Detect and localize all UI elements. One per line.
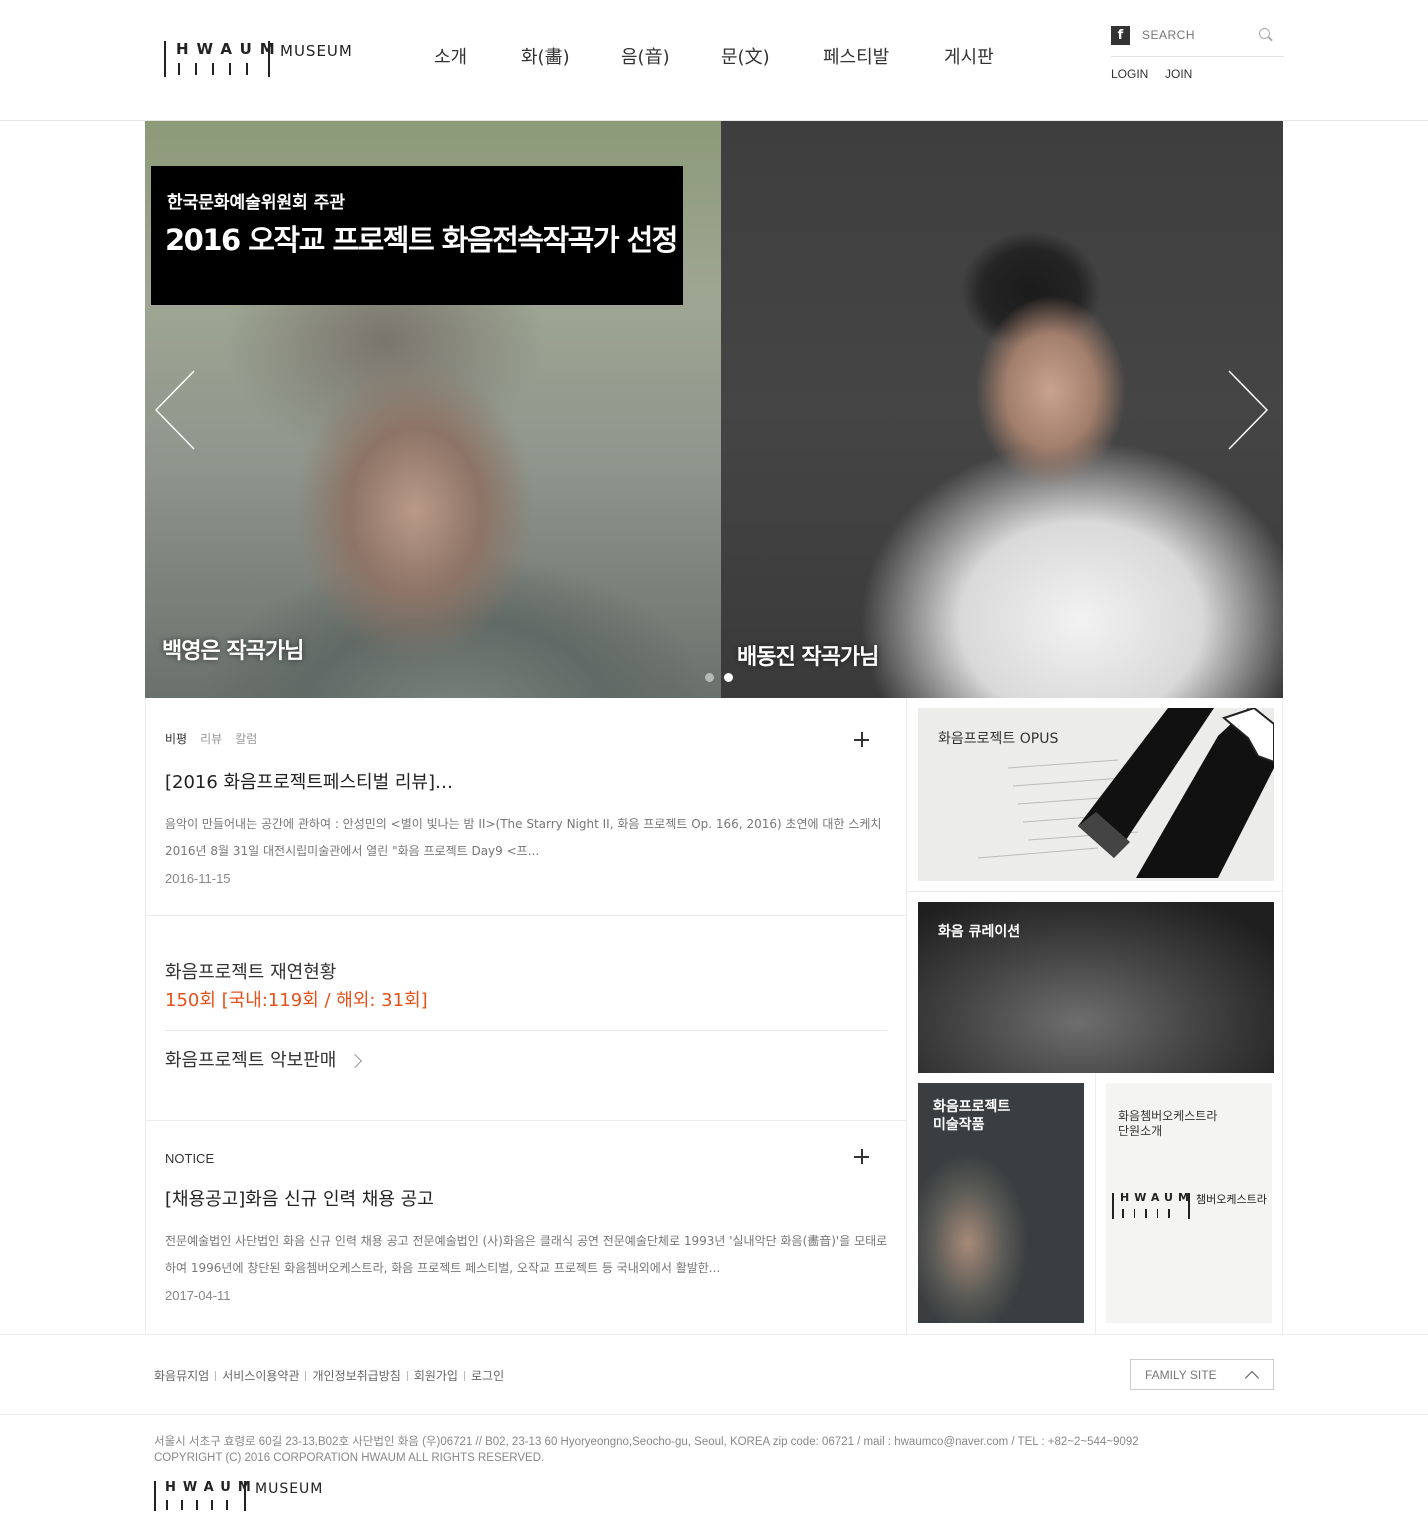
opus-tile[interactable]: 화음프로젝트 OPUS <box>918 708 1274 881</box>
footer-address: 서울시 서초구 효령로 60길 23-13,B02호 사단법인 화음 (우)06… <box>154 1436 1139 1448</box>
review-tabs: 비평 리뷰 칼럼 <box>165 732 257 746</box>
artwork-tile-label-line1: 화음프로젝트 <box>933 1099 1011 1115</box>
notice-section: NOTICE [채용공고]화음 신규 인력 채용 공고 전문예술법인 사단법인 … <box>146 1121 906 1334</box>
hero-banner: 한국문화예술위원회 주관 2016 오작교 프로젝트 화음전속작곡가 선정 <box>151 166 683 305</box>
logo-mark: HWAUM <box>164 41 275 77</box>
curation-tile-label: 화음 큐레이션 <box>938 924 1021 940</box>
artwork-tile[interactable]: 화음프로젝트 미술작품 <box>918 1083 1084 1323</box>
orchestra-logo-word: 챔버오케스트라 <box>1196 1193 1267 1206</box>
logo-ticks <box>178 63 248 75</box>
review-post-date: 2016-11-15 <box>165 871 231 886</box>
join-link[interactable]: JOIN <box>1165 67 1192 81</box>
review-section: 비평 리뷰 칼럼 [2016 화음프로젝트페스티벌 리뷰]… 음악이 만들어내는… <box>146 698 906 916</box>
prev-arrow-icon[interactable] <box>155 370 195 450</box>
utility-divider <box>1111 56 1284 57</box>
orchestra-logo-letters: HWAUM <box>1120 1191 1194 1204</box>
artwork-tile-label-line2: 미술작품 <box>933 1117 985 1133</box>
tab-critique[interactable]: 비평 <box>165 732 187 746</box>
footer-logo: HWAUM MUSEUM <box>154 1481 323 1511</box>
facebook-icon[interactable]: f <box>1111 26 1130 45</box>
footer-link-login[interactable]: 로그인 <box>471 1367 504 1384</box>
site-logo[interactable]: HWAUM MUSEUM <box>164 41 353 77</box>
score-sales-link[interactable]: 화음프로젝트 악보판매 <box>165 1050 363 1072</box>
nav-item-intro[interactable]: 소개 <box>434 46 467 70</box>
footer-logo-word: MUSEUM <box>255 1481 324 1497</box>
footer-info: 서울시 서초구 효령로 60길 23-13,B02호 사단법인 화음 (우)06… <box>154 1434 1139 1466</box>
site-header: HWAUM MUSEUM 소개 화(畵) 음(音) 문(文) 페스티발 게시판 … <box>0 0 1428 121</box>
footer-links: 화음뮤지엄 서비스이용약관 개인정보취급방침 회원가입 로그인 <box>154 1367 504 1384</box>
search-icon[interactable] <box>1259 28 1270 39</box>
nav-item-board[interactable]: 게시판 <box>944 46 994 70</box>
notice-post-date: 2017-04-11 <box>165 1288 231 1303</box>
slider-dot[interactable] <box>705 673 714 682</box>
orchestra-tile[interactable]: 화음쳄버오케스트라 단원소개 HWAUM 챔버오케스트라 <box>1106 1083 1272 1323</box>
review-post-title[interactable]: [2016 화음프로젝트페스티벌 리뷰]… <box>165 772 453 794</box>
footer-link-terms[interactable]: 서비스이용약관 <box>222 1367 299 1384</box>
right-divider <box>907 891 1284 892</box>
review-more-icon[interactable] <box>854 732 869 747</box>
main-content: 비평 리뷰 칼럼 [2016 화음프로젝트페스티벌 리뷰]… 음악이 만들어내는… <box>145 698 1284 1334</box>
footer-link-museum[interactable]: 화음뮤지엄 <box>154 1367 209 1384</box>
opus-tile-label: 화음프로젝트 OPUS <box>938 731 1059 747</box>
hero-banner-subtitle: 한국문화예술위원회 주관 <box>167 193 345 213</box>
hero-slider[interactable]: 한국문화예술위원회 주관 2016 오작교 프로젝트 화음전속작곡가 선정 백영… <box>145 121 1283 698</box>
chevron-right-icon <box>348 1053 363 1069</box>
orchestra-tile-label-line1: 화음쳄버오케스트라 <box>1118 1109 1218 1123</box>
footer-link-signup[interactable]: 회원가입 <box>414 1367 458 1384</box>
login-link[interactable]: LOGIN <box>1111 67 1148 81</box>
stats-divider <box>165 1030 887 1031</box>
logo-word: MUSEUM <box>280 42 353 60</box>
slider-dot-active[interactable] <box>724 673 733 682</box>
footer-copyright: COPYRIGHT (C) 2016 CORPORATION HWAUM ALL… <box>154 1452 545 1464</box>
nav-item-festival[interactable]: 페스티발 <box>823 46 889 70</box>
left-column: 비평 리뷰 칼럼 [2016 화음프로젝트페스티벌 리뷰]… 음악이 만들어내는… <box>146 698 907 1334</box>
family-site-label: FAMILY SITE <box>1145 1368 1217 1382</box>
nav-item-art[interactable]: 화(畵) <box>521 46 570 70</box>
performance-stats-section: 화음프로젝트 재연현황 150회 [국내:119회 / 해외: 31회] 화음프… <box>146 916 906 1121</box>
logo-letters: HWAUM <box>176 40 283 58</box>
nav-item-music[interactable]: 음(音) <box>621 46 670 70</box>
tab-column[interactable]: 칼럼 <box>235 732 257 746</box>
curation-tile[interactable]: 화음 큐레이션 <box>918 902 1274 1073</box>
hero-name-left: 백영은 작곡가님 <box>162 639 304 664</box>
footer-logo-mark: HWAUM <box>154 1481 251 1511</box>
notice-post-title[interactable]: [채용공고]화음 신규 인력 채용 공고 <box>165 1189 434 1211</box>
stats-title: 화음프로젝트 재연현황 <box>165 962 337 983</box>
orchestra-tile-label-line2: 단원소개 <box>1118 1124 1163 1138</box>
notice-more-icon[interactable] <box>854 1149 869 1164</box>
stats-value: 150회 [국내:119회 / 해외: 31회] <box>165 990 428 1011</box>
hero-banner-title: 2016 오작교 프로젝트 화음전속작곡가 선정 <box>165 223 678 257</box>
right-divider-vertical <box>1095 1073 1096 1334</box>
footer-nav: 화음뮤지엄 서비스이용약관 개인정보취급방침 회원가입 로그인 FAMILY S… <box>0 1334 1428 1415</box>
search-input[interactable] <box>1142 24 1262 46</box>
orchestra-logo: HWAUM 챔버오케스트라 <box>1112 1192 1267 1219</box>
score-sales-label: 화음프로젝트 악보판매 <box>165 1050 337 1071</box>
nav-item-literature[interactable]: 문(文) <box>721 46 770 70</box>
notice-label: NOTICE <box>165 1151 215 1166</box>
notice-post-body: 전문예술법인 사단법인 화음 신규 인력 채용 공고 전문예술법인 (사)화음은… <box>165 1234 888 1275</box>
family-site-select[interactable]: FAMILY SITE <box>1130 1359 1274 1390</box>
hero-name-right: 배동진 작곡가님 <box>737 645 879 670</box>
slider-dots <box>705 673 733 682</box>
orchestra-logo-mark: HWAUM <box>1112 1192 1190 1219</box>
hero-photo-right <box>721 121 1283 698</box>
review-post-body: 음악이 만들어내는 공간에 관하여 : 안성민의 <별이 빛나는 밤 II>(T… <box>165 817 882 858</box>
footer-link-privacy[interactable]: 개인정보취급방침 <box>312 1367 400 1384</box>
next-arrow-icon[interactable] <box>1228 370 1268 450</box>
chevron-up-icon <box>1244 1370 1260 1386</box>
tab-review[interactable]: 리뷰 <box>200 732 222 746</box>
footer-logo-letters: HWAUM <box>165 1480 258 1495</box>
